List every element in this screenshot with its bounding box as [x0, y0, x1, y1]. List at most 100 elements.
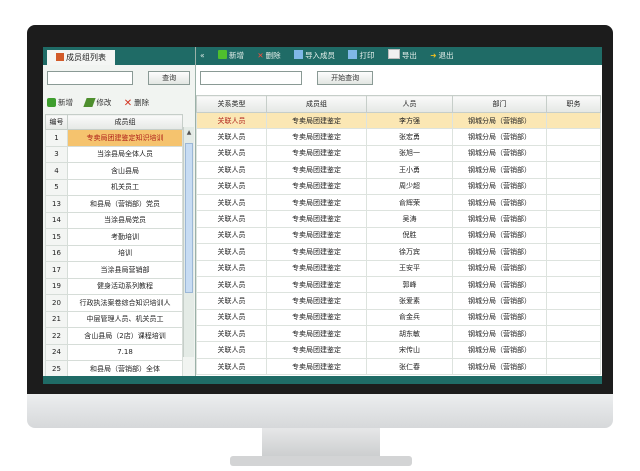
cell-person: 王小勇 [366, 161, 453, 179]
table-row[interactable]: 关联人员 专卖局团建鉴定 徐万宾 钢城分局（营销部） [196, 243, 601, 261]
group-no: 24 [45, 343, 68, 361]
start-search-button[interactable]: 开始查询 [317, 71, 374, 85]
table-row[interactable]: 关联人员 专卖局团建鉴定 李方强 钢城分局（营销部） [196, 111, 601, 130]
group-no: 1 [45, 129, 68, 147]
cell-person: 王安平 [366, 259, 453, 277]
table-row[interactable]: 5 机关员工 [45, 178, 183, 196]
cell-person: 吴涛 [366, 210, 453, 228]
table-row[interactable]: 关联人员 专卖局团建鉴定 倪胜 钢城分局（营销部） [196, 226, 601, 245]
group-list-scrollbar[interactable]: ▲ [183, 127, 194, 357]
left-toolbar: 新增 修改 ✕ 删除 [47, 97, 193, 109]
group-name: 专卖局团建鉴定知识培训 [67, 129, 183, 147]
cell-dept: 钢城分局（营销部） [452, 275, 547, 294]
cell-position [546, 144, 601, 163]
table-row[interactable]: 21 中层管理人员、机关员工 [45, 310, 183, 328]
cell-person: 郭峰 [366, 275, 453, 294]
cell-position [546, 308, 601, 327]
table-row[interactable]: 关联人员 专卖局团建鉴定 张仁春 钢城分局（营销部） [196, 357, 601, 376]
table-row[interactable]: 3 当涂县局全体人员 [45, 145, 183, 163]
cell-position [546, 341, 601, 359]
delete-member-button[interactable]: ✕ 删除 [257, 47, 280, 65]
table-row[interactable]: 关联人员 专卖局团建鉴定 张旭一 钢城分局（营销部） [196, 144, 601, 163]
table-row[interactable]: 关联人员 专卖局团建鉴定 周少超 钢城分局（营销部） [196, 177, 601, 195]
table-row[interactable]: 13 和县局（营销部）党员 [45, 195, 183, 213]
cell-relation: 关联人员 [196, 210, 267, 228]
table-row[interactable]: 19 健身活动系列教程 [45, 277, 183, 295]
table-row[interactable]: 关联人员 专卖局团建鉴定 王安平 钢城分局（营销部） [196, 259, 601, 277]
table-row[interactable]: 16 培训 [45, 244, 183, 262]
cell-position [546, 259, 601, 277]
group-no: 16 [45, 244, 68, 262]
table-row[interactable]: 关联人员 专卖局团建鉴定 宋传山 钢城分局（营销部） [196, 341, 601, 359]
cell-position [546, 292, 601, 310]
table-row[interactable]: 关联人员 专卖局团建鉴定 吴涛 钢城分局（营销部） [196, 210, 601, 228]
column-header-no[interactable]: 编号 [45, 114, 68, 130]
column-header-relation[interactable]: 关系类型 [196, 95, 267, 113]
table-row[interactable]: 关联人员 专卖局团建鉴定 俞辉荣 钢城分局（营销部） [196, 193, 601, 212]
add-group-button[interactable]: 新增 [47, 97, 73, 108]
delete-group-button[interactable]: ✕ 删除 [124, 97, 149, 109]
table-row[interactable]: 17 当涂县局营销部 [45, 261, 183, 279]
print-button[interactable]: 打印 [348, 47, 374, 65]
pencil-icon [83, 98, 97, 107]
group-search-input[interactable] [47, 71, 133, 85]
cell-dept: 钢城分局（营销部） [452, 357, 547, 376]
column-header-position[interactable]: 职务 [546, 95, 601, 113]
group-name: 考勤培训 [67, 228, 183, 246]
tab-member-group-list[interactable]: 成员组列表 [47, 50, 115, 65]
cell-dept: 钢城分局（营销部） [452, 144, 547, 163]
column-header-dept[interactable]: 部门 [452, 95, 547, 113]
table-row[interactable]: 22 含山县局（2店）课程培训 [45, 327, 183, 345]
cell-group: 专卖局团建鉴定 [266, 243, 367, 261]
add-member-button[interactable]: 新增 [217, 47, 244, 65]
cell-dept: 钢城分局（营销部） [452, 341, 547, 359]
cell-position [546, 210, 601, 228]
cell-person: 俞金兵 [366, 308, 453, 327]
cell-position [546, 275, 601, 294]
cell-group: 专卖局团建鉴定 [266, 325, 367, 343]
cell-person: 张爱素 [366, 292, 453, 310]
column-header-group[interactable]: 成员组 [266, 95, 367, 113]
collapse-button[interactable]: « [200, 47, 205, 65]
table-row[interactable]: 关联人员 专卖局团建鉴定 俞金兵 钢城分局（营销部） [196, 308, 601, 327]
cell-dept: 钢城分局（营销部） [452, 177, 547, 195]
table-row[interactable]: 4 含山县局 [45, 162, 183, 180]
monitor-base [230, 456, 412, 466]
member-group-panel: 成员组列表 查询 新增 修改 ✕ 删除 编号 成员组 1 专卖局团建鉴定知识培训 3 当… [43, 47, 196, 384]
cell-group: 专卖局团建鉴定 [266, 259, 367, 277]
table-row[interactable]: 关联人员 专卖局团建鉴定 郭峰 钢城分局（营销部） [196, 275, 601, 294]
group-name: 含山县局 [67, 162, 183, 180]
table-row[interactable]: 关联人员 专卖局团建鉴定 张宏勇 钢城分局（营销部） [196, 128, 601, 146]
group-search-button[interactable]: 查询 [148, 71, 191, 85]
group-name: 机关员工 [67, 178, 183, 196]
cell-person: 俞辉荣 [366, 193, 453, 212]
group-no: 14 [45, 211, 68, 229]
group-no: 17 [45, 261, 68, 279]
scrollbar-thumb[interactable] [185, 143, 193, 293]
cell-person: 张仁春 [366, 357, 453, 376]
group-name: 7.18 [67, 343, 183, 361]
cell-person: 张旭一 [366, 144, 453, 163]
table-row[interactable]: 关联人员 专卖局团建鉴定 王小勇 钢城分局（营销部） [196, 161, 601, 179]
table-row[interactable]: 14 当涂县局党员 [45, 211, 183, 229]
column-header-group[interactable]: 成员组 [67, 114, 183, 130]
table-row[interactable]: 15 考勤培训 [45, 228, 183, 246]
table-row[interactable]: 20 行政执法案卷综合知识培训人 [45, 294, 183, 312]
member-table: 关系类型 成员组 人员 部门 职务 关联人员 专卖局团建鉴定 李方强 钢城分局（营销部… [196, 95, 601, 376]
table-row[interactable]: 24 7.18 [45, 343, 183, 361]
edit-group-button[interactable]: 修改 [83, 97, 111, 108]
cell-relation: 关联人员 [196, 161, 267, 179]
table-row[interactable]: 关联人员 专卖局团建鉴定 胡东敏 钢城分局（营销部） [196, 325, 601, 343]
scroll-up-icon[interactable]: ▲ [185, 129, 193, 137]
member-group-table: 编号 成员组 1 专卖局团建鉴定知识培训 3 当涂县局全体人员 4 含山县局 5 机关员工 13… [45, 114, 183, 384]
table-row[interactable]: 25 和县局（营销部）全体 [45, 360, 183, 378]
member-search-input[interactable] [200, 71, 302, 85]
cell-dept: 钢城分局（营销部） [452, 243, 547, 261]
column-header-person[interactable]: 人员 [366, 95, 453, 113]
export-button[interactable]: 导出 [387, 47, 417, 65]
table-row[interactable]: 1 专卖局团建鉴定知识培训 [45, 129, 183, 147]
import-members-button[interactable]: 导入成员 [294, 47, 335, 65]
left-tab-bar: 成员组列表 [43, 47, 195, 65]
exit-button[interactable]: ➜ 退出 [430, 47, 453, 65]
table-row[interactable]: 关联人员 专卖局团建鉴定 张爱素 钢城分局（营销部） [196, 292, 601, 310]
